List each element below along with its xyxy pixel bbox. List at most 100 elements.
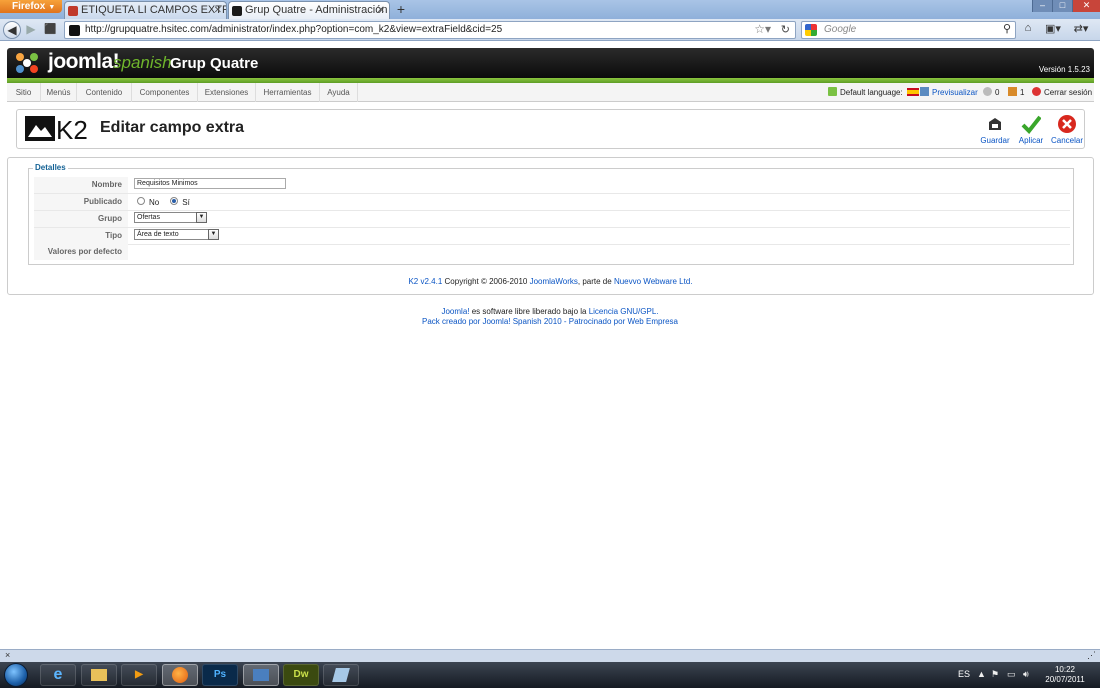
photoshop-icon[interactable]: Ps [202, 664, 238, 686]
volume-icon[interactable]: 🔊︎ [1023, 669, 1029, 680]
browser-tab-administracion[interactable]: Grup Quatre - Administración ✕ [228, 1, 390, 19]
nombre-input[interactable]: Requisitos Minimos [134, 178, 286, 189]
tab-title: Grup Quatre - Administración [245, 4, 388, 16]
search-bar[interactable]: Google ⚲ [801, 21, 1016, 39]
network-tray-icon[interactable]: ▭ [1007, 669, 1016, 680]
menu-item-contenido[interactable]: Contenido [77, 83, 132, 102]
apply-label: Aplicar [1018, 136, 1044, 145]
details-fieldset: Detalles Nombre Requisitos Minimos Publi… [28, 163, 1074, 265]
menu-item-sitio[interactable]: Sitio [7, 83, 41, 102]
tab-favicon-icon [232, 6, 242, 16]
search-placeholder: Google [824, 24, 857, 35]
dreamweaver-icon[interactable]: Dw [283, 664, 319, 686]
preview-link[interactable]: Previsualizar [920, 83, 978, 102]
menu-item-componentes[interactable]: Componentes [132, 83, 198, 102]
forward-button[interactable]: ▶ [22, 21, 40, 39]
browser-tab-etiqueta[interactable]: ETIQUETA LI CAMPOS EXTRA K2 - Ho... ✕ [64, 1, 227, 19]
messages-count: 0 [995, 88, 1000, 97]
joomla-spanish-pack-link[interactable]: Pack creado por Joomla! Spanish 2010 - P… [422, 317, 678, 326]
extension-icon[interactable]: ⇄▾ [1072, 22, 1090, 38]
back-button[interactable]: ◀ [3, 21, 21, 39]
search-icon[interactable]: ⚲ [1003, 22, 1011, 35]
address-bar[interactable]: http://grupquatre.hsitec.com/administrat… [64, 21, 796, 39]
menu-item-ayuda[interactable]: Ayuda [320, 83, 358, 102]
k2-footer: K2 v2.4.1 Copyright © 2006-2010 JoomlaWo… [7, 277, 1094, 286]
close-tab-icon[interactable]: ✕ [377, 2, 385, 19]
logout-label[interactable]: Cerrar sesión [1044, 88, 1092, 97]
menu-item-herramientas[interactable]: Herramientas [256, 83, 320, 102]
resize-grip-icon[interactable]: ⋰ [1087, 650, 1096, 661]
toolbar-addon-icon[interactable]: ▣▾ [1044, 22, 1062, 38]
google-icon[interactable] [805, 24, 817, 36]
window-close-icon[interactable]: ✕ [1072, 0, 1100, 12]
publicado-no-radio[interactable] [137, 197, 145, 205]
menu-item-menus[interactable]: Menús [41, 83, 77, 102]
chevron-down-icon[interactable]: ▼ [208, 229, 219, 240]
users-status[interactable]: 1 [1008, 83, 1024, 102]
internet-explorer-icon[interactable]: e [40, 664, 76, 686]
page-content: joomla! spanish Grup Quatre Versión 1.5.… [0, 42, 1100, 649]
nuevvo-link[interactable]: Nuevvo Webware Ltd. [614, 277, 693, 286]
chevron-down-icon[interactable]: ▼ [196, 212, 207, 223]
tipo-label: Tipo [34, 228, 128, 244]
home-icon[interactable]: ⌂ [1019, 22, 1037, 38]
footer-line-2: Pack creado por Joomla! Spanish 2010 - P… [0, 317, 1100, 327]
apply-button[interactable]: Aplicar [1013, 114, 1049, 145]
site-identity-icon[interactable] [69, 25, 80, 36]
misc-app-icon[interactable] [323, 664, 359, 686]
url-text[interactable]: http://grupquatre.hsitec.com/administrat… [85, 24, 502, 35]
clock-date: 20/07/2011 [1045, 675, 1085, 684]
system-clock[interactable]: 10:22 20/07/2011 [1040, 665, 1090, 685]
window-controls: – □ ✕ [1032, 0, 1100, 12]
logout-link[interactable]: Cerrar sesión [1032, 83, 1092, 102]
stop-icon[interactable]: ⬛ [42, 21, 59, 39]
save-button[interactable]: Guardar [977, 114, 1013, 145]
firefox-taskbar-icon[interactable] [162, 664, 198, 686]
footer-line-1: Joomla! es software libre liberado bajo … [0, 307, 1100, 317]
firefox-menu-button[interactable]: Firefox ▼ [0, 0, 62, 13]
joomla-link[interactable]: Joomla! [441, 307, 469, 316]
firefox-menu-label: Firefox [12, 1, 46, 12]
new-tab-button[interactable]: + [393, 2, 409, 18]
network-app-icon[interactable] [243, 664, 279, 686]
messages-status[interactable]: 0 [983, 83, 999, 102]
minimize-icon[interactable]: – [1032, 0, 1052, 12]
menu-item-extensiones[interactable]: Extensiones [198, 83, 256, 102]
cancel-label: Cancelar [1050, 136, 1083, 145]
joomlaworks-link[interactable]: JoomlaWorks [530, 277, 578, 286]
cancel-button[interactable]: Cancelar [1049, 114, 1085, 145]
publicado-value-cell: No Sí [134, 195, 198, 209]
license-link[interactable]: Licencia GNU/GPL. [589, 307, 659, 316]
close-tab-icon[interactable]: ✕ [214, 2, 222, 19]
tray-expand-icon[interactable]: ▲ [977, 669, 986, 679]
checkmark-icon [1021, 115, 1041, 134]
k2-version-link[interactable]: K2 v2.4.1 [408, 277, 442, 286]
joomla-logo-sub: spanish [113, 53, 172, 72]
tab-favicon-icon [68, 6, 78, 16]
start-button-icon[interactable] [4, 663, 28, 687]
file-explorer-icon[interactable] [81, 664, 117, 686]
close-addon-bar-icon[interactable]: × [5, 650, 10, 660]
bookmark-star-icon[interactable]: ☆▾ [754, 22, 771, 36]
keyboard-language[interactable]: ES [958, 669, 970, 679]
page-footer: Joomla! es software libre liberado bajo … [0, 307, 1100, 327]
joomla-logo-icon [16, 53, 38, 73]
publicado-label: Publicado [34, 194, 128, 210]
details-legend: Detalles [33, 163, 68, 172]
publicado-si-label[interactable]: Sí [182, 198, 190, 207]
preview-label[interactable]: Previsualizar [932, 88, 978, 97]
k2-logo-text: K2 [56, 115, 88, 142]
flag-tray-icon[interactable]: ⚑ [991, 669, 999, 680]
grupo-select[interactable]: Ofertas ▼ [134, 212, 207, 223]
tipo-select[interactable]: Área de texto ▼ [134, 229, 219, 240]
cancel-icon [1058, 115, 1076, 133]
publicado-si-radio[interactable] [170, 197, 179, 205]
save-label: Guardar [980, 136, 1010, 145]
k2-copyright: Copyright © 2006-2010 [444, 277, 528, 286]
save-icon [989, 118, 1001, 130]
media-player-icon[interactable]: ▶ [121, 664, 157, 686]
reload-icon[interactable]: ↻ [781, 23, 790, 36]
form-row-valores: Valores por defecto [34, 244, 1070, 261]
publicado-no-label[interactable]: No [149, 198, 159, 207]
maximize-icon[interactable]: □ [1052, 0, 1072, 12]
